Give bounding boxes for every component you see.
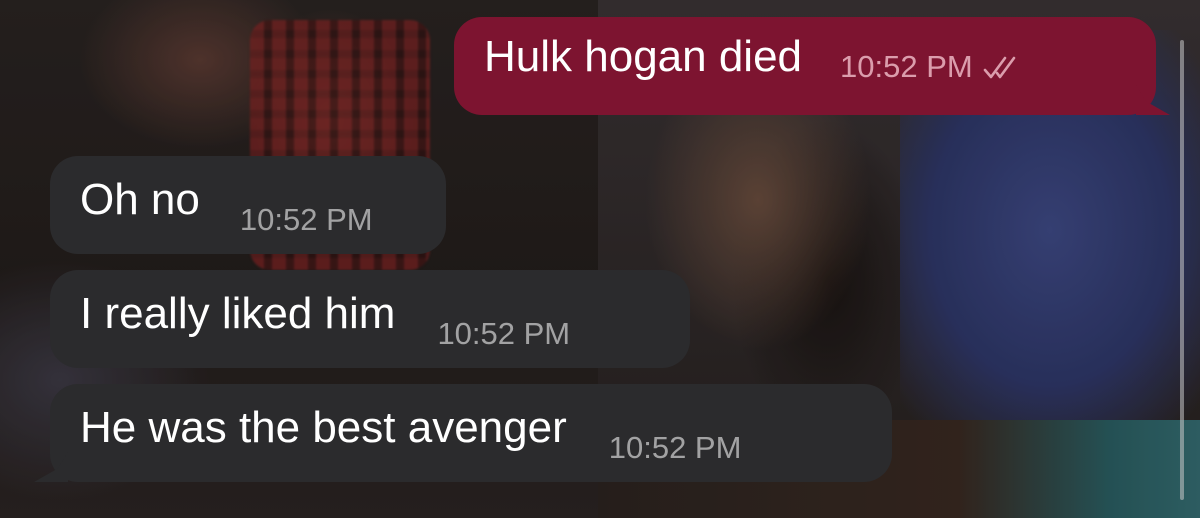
message-timestamp: 10:52 PM: [239, 202, 373, 237]
message-text: He was the best avenger: [80, 403, 567, 452]
scroll-indicator[interactable]: [1180, 40, 1184, 500]
message-bubble-incoming[interactable]: Oh no 10:52 PM: [50, 156, 446, 254]
message-bubble-incoming[interactable]: I really liked him 10:52 PM: [50, 270, 690, 368]
message-bubble-outgoing[interactable]: Hulk hogan died 10:52 PM: [454, 17, 1170, 115]
message-timestamp: 10:52 PM: [608, 430, 742, 465]
message-text: Oh no: [80, 175, 200, 224]
message-text: Hulk hogan died: [484, 32, 803, 81]
chat-view[interactable]: Hulk hogan died 10:52 PM Oh no 10:52 PM …: [0, 0, 1200, 518]
message-meta: 10:52 PM: [840, 49, 1023, 85]
message-timestamp: 10:52 PM: [840, 49, 973, 84]
message-text: I really liked him: [80, 289, 396, 338]
message-timestamp: 10:52 PM: [437, 316, 571, 351]
double-check-icon: [983, 54, 1023, 80]
message-bubble-incoming[interactable]: He was the best avenger 10:52 PM: [34, 384, 892, 482]
